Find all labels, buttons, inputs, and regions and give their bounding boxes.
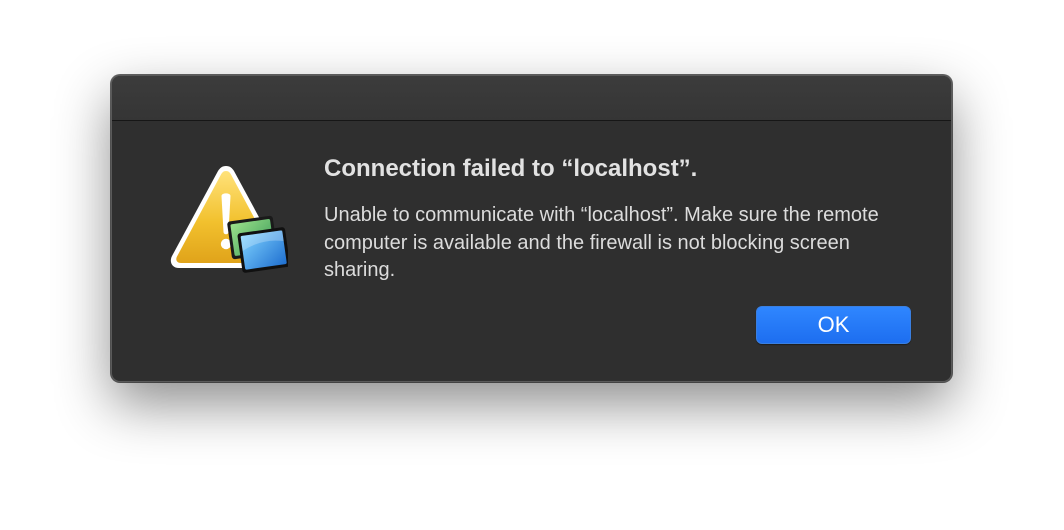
warning-icon [170, 166, 288, 273]
alert-dialog: Connection failed to “localhost”. Unable… [111, 75, 952, 382]
dialog-title: Connection failed to “localhost”. [324, 155, 698, 182]
dialog-titlebar[interactable] [112, 76, 951, 121]
screenshot-canvas: Connection failed to “localhost”. Unable… [0, 0, 1064, 530]
ok-button[interactable]: OK [756, 306, 911, 344]
dialog-message: Unable to communicate with “localhost”. … [324, 204, 879, 281]
